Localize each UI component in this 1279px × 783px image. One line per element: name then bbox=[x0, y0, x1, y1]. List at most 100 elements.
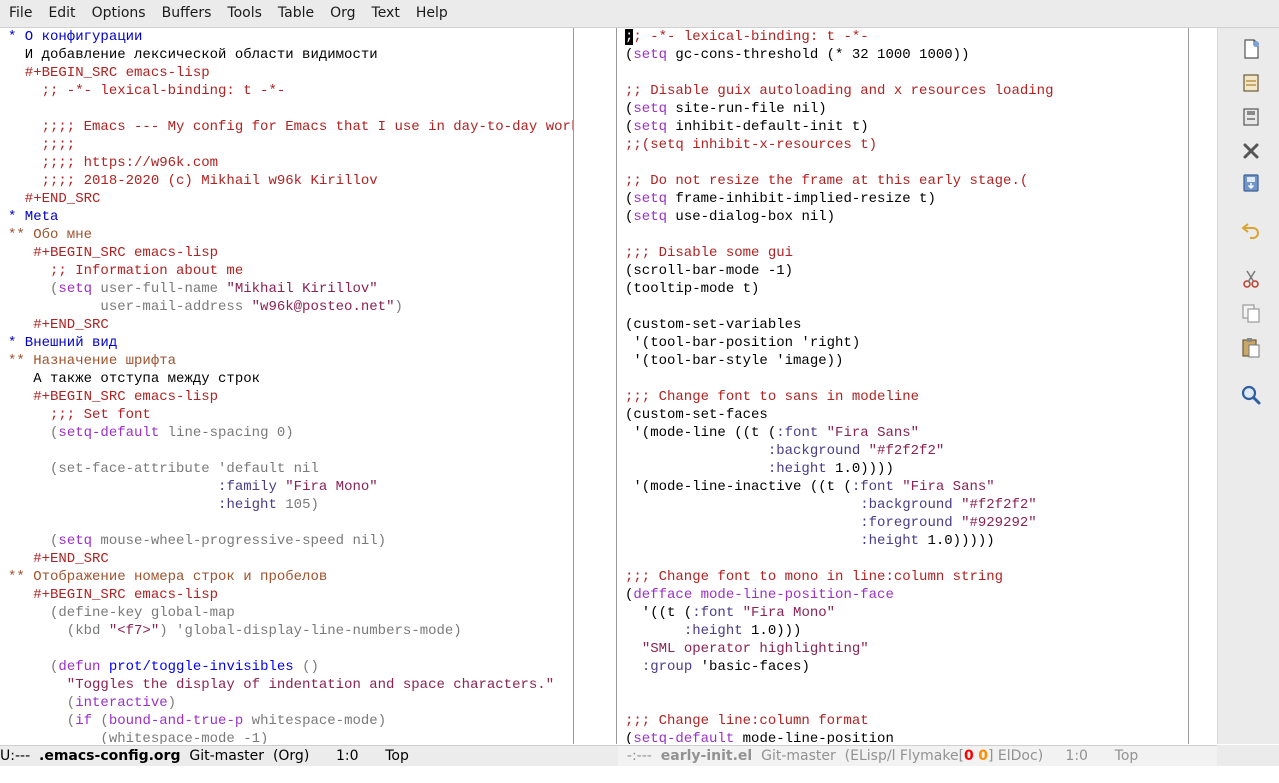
code-line[interactable]: И добавление лексической области видимос… bbox=[8, 46, 573, 64]
code-line[interactable] bbox=[8, 640, 573, 658]
code-line[interactable]: user-mail-address "w96k@posteo.net") bbox=[8, 298, 573, 316]
menu-buffers[interactable]: Buffers bbox=[154, 0, 220, 27]
menu-table[interactable]: Table bbox=[270, 0, 322, 27]
code-line[interactable]: :background "#f2f2f2" bbox=[625, 442, 1188, 460]
code-line[interactable]: ;; Information about me bbox=[8, 262, 573, 280]
code-line[interactable]: А также отступа между строк bbox=[8, 370, 573, 388]
code-line[interactable]: '(tool-bar-position 'right) bbox=[625, 334, 1188, 352]
code-line[interactable]: :height 1.0)))) bbox=[625, 460, 1188, 478]
code-line[interactable]: #+BEGIN_SRC emacs-lisp bbox=[8, 388, 573, 406]
minibuffer[interactable] bbox=[0, 766, 1279, 783]
code-line[interactable]: ;; -*- lexical-binding: t -*- bbox=[625, 28, 1188, 46]
code-line[interactable]: (defface mode-line-position-face bbox=[625, 586, 1188, 604]
save-as-icon[interactable] bbox=[1238, 170, 1264, 196]
code-line[interactable]: :foreground "#929292" bbox=[625, 514, 1188, 532]
code-line[interactable]: '(mode-line ((t (:font "Fira Sans" bbox=[625, 424, 1188, 442]
flymake-warnings[interactable]: 0 bbox=[978, 748, 988, 764]
copy-icon[interactable] bbox=[1238, 300, 1264, 326]
code-line[interactable]: #+END_SRC bbox=[8, 316, 573, 334]
org-buffer-text[interactable]: * О конфигурации И добавление лексическо… bbox=[0, 28, 573, 744]
code-line[interactable] bbox=[625, 676, 1188, 694]
vc-branch[interactable]: Git-master bbox=[189, 748, 264, 764]
flymake-errors[interactable]: 0 bbox=[964, 748, 974, 764]
code-line[interactable]: ** Отображение номера строк и пробелов bbox=[8, 568, 573, 586]
code-line[interactable]: (setq site-run-file nil) bbox=[625, 100, 1188, 118]
window-divider[interactable] bbox=[573, 28, 617, 744]
open-folder-icon[interactable] bbox=[1238, 70, 1264, 96]
code-line[interactable] bbox=[8, 100, 573, 118]
elisp-buffer-text[interactable]: ;; -*- lexical-binding: t -*- (setq gc-co… bbox=[618, 28, 1188, 744]
code-line[interactable]: (setq inhibit-default-init t) bbox=[625, 118, 1188, 136]
code-line[interactable] bbox=[625, 64, 1188, 82]
paste-icon[interactable] bbox=[1238, 334, 1264, 360]
undo-icon[interactable] bbox=[1238, 216, 1264, 242]
code-line[interactable]: ;; Disable guix autoloading and x resour… bbox=[625, 82, 1188, 100]
code-line[interactable]: (setq user-full-name "Mikhail Kirillov" bbox=[8, 280, 573, 298]
menu-edit[interactable]: Edit bbox=[40, 0, 83, 27]
code-line[interactable]: ;; -*- lexical-binding: t -*- bbox=[8, 82, 573, 100]
close-icon[interactable] bbox=[1238, 138, 1264, 164]
code-line[interactable]: (custom-set-variables bbox=[625, 316, 1188, 334]
menu-org[interactable]: Org bbox=[322, 0, 363, 27]
code-line[interactable]: (interactive) bbox=[8, 694, 573, 712]
code-line[interactable]: (setq gc-cons-threshold (* 32 1000 1000)… bbox=[625, 46, 1188, 64]
code-line[interactable] bbox=[8, 442, 573, 460]
code-line[interactable]: #+BEGIN_SRC emacs-lisp bbox=[8, 64, 573, 82]
code-line[interactable]: ** Назначение шрифта bbox=[8, 352, 573, 370]
code-line[interactable]: ;;; Set font bbox=[8, 406, 573, 424]
code-line[interactable]: (setq mouse-wheel-progressive-speed nil) bbox=[8, 532, 573, 550]
save-icon[interactable] bbox=[1238, 104, 1264, 130]
buffer-name[interactable]: .emacs-config.org bbox=[39, 748, 180, 764]
code-line[interactable]: ;;;; 2018-2020 (c) Mikhail w96k Kirillov bbox=[8, 172, 573, 190]
code-line[interactable]: "SML operator highlighting" bbox=[625, 640, 1188, 658]
code-line[interactable]: ;;(setq inhibit-x-resources t) bbox=[625, 136, 1188, 154]
menu-text[interactable]: Text bbox=[364, 0, 408, 27]
code-line[interactable]: :height 105) bbox=[8, 496, 573, 514]
code-line[interactable] bbox=[8, 514, 573, 532]
major-mode[interactable]: (Org) bbox=[273, 748, 309, 764]
code-line[interactable]: :family "Fira Mono" bbox=[8, 478, 573, 496]
major-mode[interactable]: (ELisp/l Flymake[0 0] ElDoc) bbox=[845, 748, 1043, 764]
code-line[interactable]: #+END_SRC bbox=[8, 550, 573, 568]
mode-line-active[interactable]: U:--- .emacs-config.org Git-master (Org)… bbox=[0, 745, 573, 766]
code-line[interactable]: (tooltip-mode t) bbox=[625, 280, 1188, 298]
search-icon[interactable] bbox=[1238, 382, 1264, 408]
code-line[interactable]: (setq frame-inhibit-implied-resize t) bbox=[625, 190, 1188, 208]
code-line[interactable]: ;;;; Emacs --- My config for Emacs that … bbox=[8, 118, 573, 136]
code-line[interactable]: (define-key global-map bbox=[8, 604, 573, 622]
code-line[interactable]: * О конфигурации bbox=[8, 28, 573, 46]
code-line[interactable]: * Внешний вид bbox=[8, 334, 573, 352]
code-line[interactable]: '(mode-line-inactive ((t (:font "Fira Sa… bbox=[625, 478, 1188, 496]
code-line[interactable]: ;;; Disable some gui bbox=[625, 244, 1188, 262]
code-line[interactable]: ;;; Change font to sans in modeline bbox=[625, 388, 1188, 406]
code-line[interactable]: :height 1.0))))) bbox=[625, 532, 1188, 550]
code-line[interactable]: (whitespace-mode -1) bbox=[8, 730, 573, 744]
right-editor-window[interactable]: ;; -*- lexical-binding: t -*- (setq gc-co… bbox=[618, 28, 1188, 744]
code-line[interactable]: #+BEGIN_SRC emacs-lisp bbox=[8, 586, 573, 604]
code-line[interactable] bbox=[625, 154, 1188, 172]
new-file-icon[interactable] bbox=[1238, 36, 1264, 62]
code-line[interactable]: (set-face-attribute 'default nil bbox=[8, 460, 573, 478]
mode-line-inactive[interactable]: -:--- early-init.el Git-master (ELisp/l … bbox=[618, 745, 1217, 766]
code-line[interactable]: '((t (:font "Fira Mono" bbox=[625, 604, 1188, 622]
vc-branch[interactable]: Git-master bbox=[761, 748, 836, 764]
left-editor-window[interactable]: * О конфигурации И добавление лексическо… bbox=[0, 28, 573, 744]
menu-tools[interactable]: Tools bbox=[219, 0, 270, 27]
code-line[interactable]: ;;;; bbox=[8, 136, 573, 154]
code-line[interactable]: :group 'basic-faces) bbox=[625, 658, 1188, 676]
code-line[interactable] bbox=[625, 226, 1188, 244]
code-line[interactable]: (defun prot/toggle-invisibles () bbox=[8, 658, 573, 676]
code-line[interactable]: (setq use-dialog-box nil) bbox=[625, 208, 1188, 226]
code-line[interactable] bbox=[625, 298, 1188, 316]
code-line[interactable]: (custom-set-faces bbox=[625, 406, 1188, 424]
code-line[interactable]: (kbd "<f7>") 'global-display-line-number… bbox=[8, 622, 573, 640]
code-line[interactable] bbox=[625, 694, 1188, 712]
code-line[interactable]: (setq-default line-spacing 0) bbox=[8, 424, 573, 442]
buffer-name[interactable]: early-init.el bbox=[661, 748, 752, 764]
code-line[interactable] bbox=[625, 370, 1188, 388]
code-line[interactable]: ** Обо мне bbox=[8, 226, 573, 244]
code-line[interactable]: #+BEGIN_SRC emacs-lisp bbox=[8, 244, 573, 262]
code-line[interactable]: :background "#f2f2f2" bbox=[625, 496, 1188, 514]
code-line[interactable]: "Toggles the display of indentation and … bbox=[8, 676, 573, 694]
code-line[interactable]: ;;;; https://w96k.com bbox=[8, 154, 573, 172]
